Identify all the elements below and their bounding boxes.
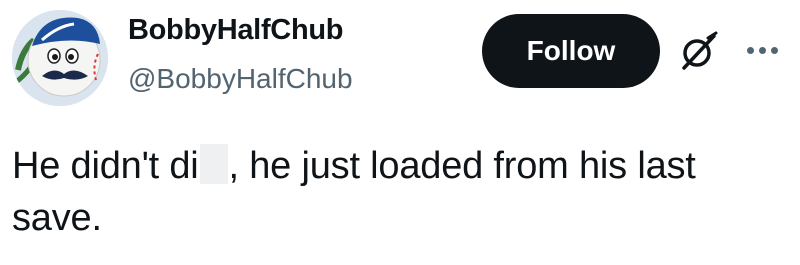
- dot: [746, 46, 754, 54]
- tweet-text-part-1: He didn't di: [12, 145, 199, 187]
- grok-icon[interactable]: [676, 30, 720, 74]
- user-handle[interactable]: @BobbyHalfChub: [128, 63, 353, 95]
- more-options-icon[interactable]: [738, 30, 786, 70]
- dot: [758, 46, 766, 54]
- redaction-block: [199, 144, 228, 184]
- tweet: BobbyHalfChub @BobbyHalfChub Follow He d…: [0, 0, 800, 265]
- tweet-text: He didn't di, he just loaded from his la…: [12, 140, 782, 244]
- avatar[interactable]: [12, 10, 108, 106]
- dot: [770, 46, 778, 54]
- display-name[interactable]: BobbyHalfChub: [128, 14, 343, 47]
- mascot-avatar-icon: [12, 10, 108, 106]
- follow-button[interactable]: Follow: [482, 14, 660, 88]
